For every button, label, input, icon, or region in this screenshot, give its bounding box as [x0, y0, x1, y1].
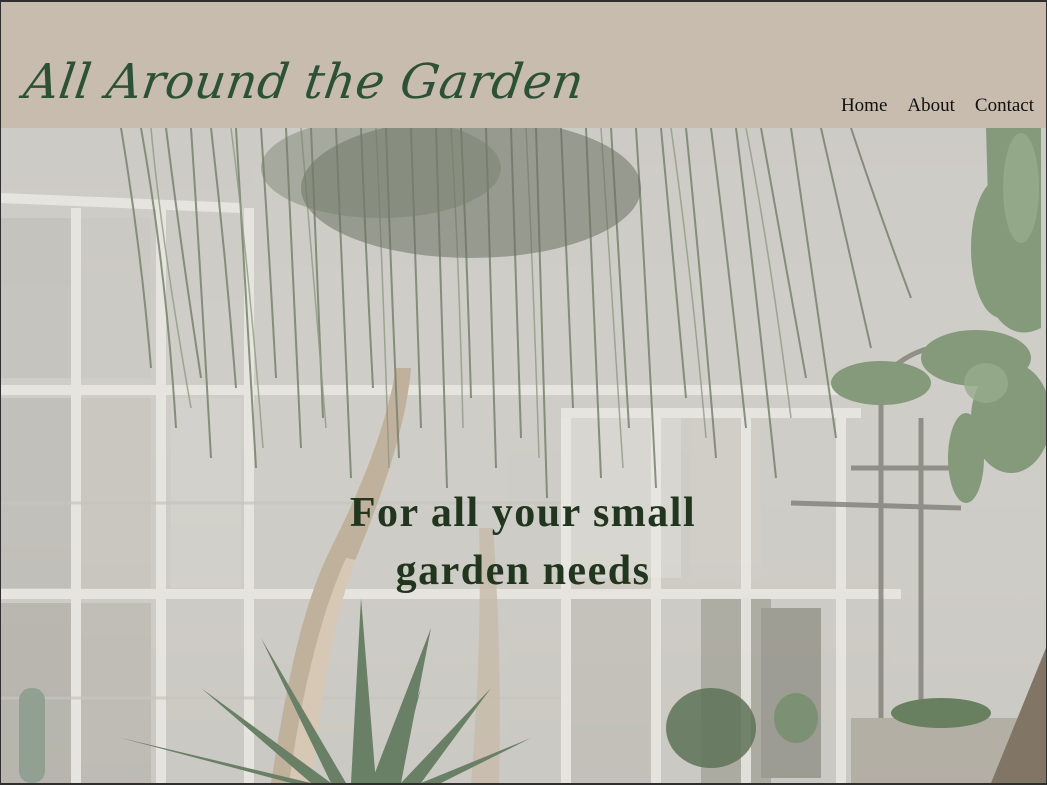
nav-link-about[interactable]: About: [907, 96, 955, 115]
site-logo-title[interactable]: All Around the Garden: [20, 54, 587, 110]
hero-section: For all your small garden needs: [1, 128, 1046, 783]
nav-link-home[interactable]: Home: [841, 96, 887, 115]
main-nav: Home About Contact: [841, 96, 1034, 115]
hero-tagline: For all your small garden needs: [273, 484, 773, 600]
page: All Around the Garden Home About Contact: [1, 2, 1046, 783]
nav-link-contact[interactable]: Contact: [975, 96, 1034, 115]
site-header: All Around the Garden Home About Contact: [1, 2, 1046, 128]
hero-tagline-line-1: For all your small: [349, 490, 697, 536]
hero-tagline-line-2: garden needs: [395, 548, 651, 594]
hero-background-image: [1, 128, 1046, 783]
